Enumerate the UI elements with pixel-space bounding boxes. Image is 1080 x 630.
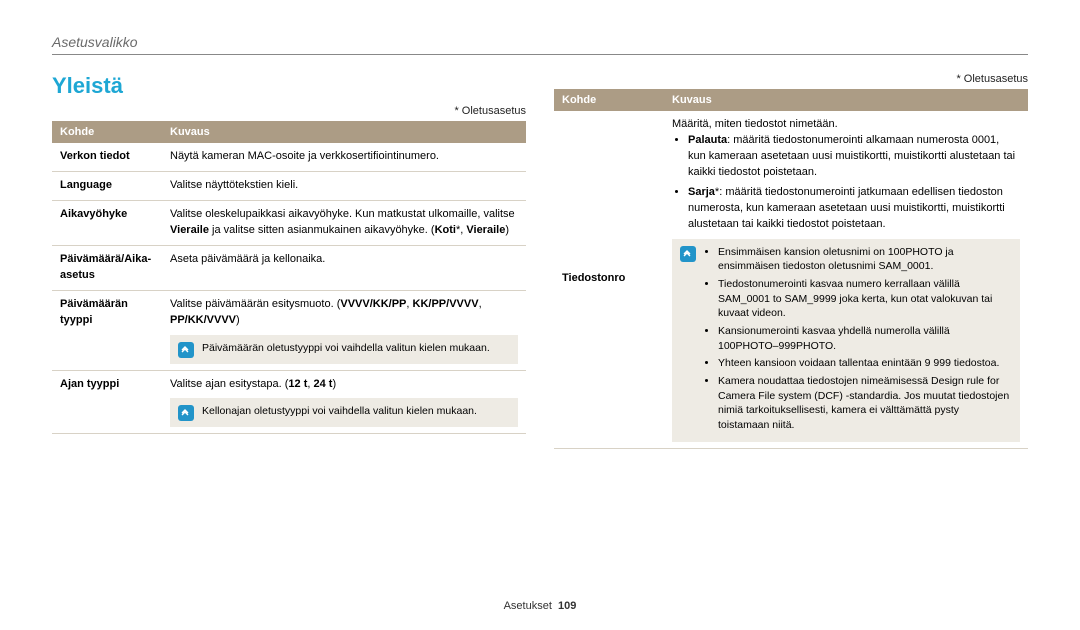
list-item: Ensimmäisen kansion oletusnimi on 100PHO… bbox=[718, 245, 1012, 274]
footer: Asetukset 109 bbox=[0, 600, 1080, 612]
default-note-left: * Oletusasetus bbox=[52, 105, 526, 117]
note-bullets: Ensimmäisen kansion oletusnimi on 100PHO… bbox=[718, 245, 1012, 436]
list-item: Sarja*: määritä tiedostonumerointi jatku… bbox=[688, 185, 1020, 233]
table-cell-kuvaus: Aseta päivämäärä ja kellonaika. bbox=[162, 245, 526, 290]
table-cell-kuvaus: Valitse päivämäärän esitysmuoto. (VVVV/K… bbox=[162, 290, 526, 370]
left-table: Kohde Kuvaus Verkon tiedotNäytä kameran … bbox=[52, 121, 526, 434]
list-item: Yhteen kansioon voidaan tallentaa enintä… bbox=[718, 356, 1012, 371]
list-item: Tiedostonumerointi kasvaa numero kerrall… bbox=[718, 277, 1012, 321]
table-cell-kohde: Päivämäärä/Aika-asetus bbox=[52, 245, 162, 290]
tiedostonro-kuvaus: Määritä, miten tiedostot nimetään. Palau… bbox=[664, 111, 1028, 448]
table-cell-kohde: Ajan tyyppi bbox=[52, 370, 162, 434]
note-box: Päivämäärän oletustyyppi voi vaihdella v… bbox=[170, 335, 518, 364]
default-note-right: * Oletusasetus bbox=[554, 73, 1028, 85]
left-column: Yleistä * Oletusasetus Kohde Kuvaus Verk… bbox=[52, 73, 526, 449]
right-table: Kohde Kuvaus Tiedostonro Määritä, miten … bbox=[554, 89, 1028, 449]
tiedostonro-bullets: Palauta: määritä tiedostonumerointi alka… bbox=[688, 133, 1020, 233]
th-kohde-r: Kohde bbox=[554, 89, 664, 111]
note-icon bbox=[178, 342, 194, 358]
note-text: Kellonajan oletustyyppi voi vaihdella va… bbox=[202, 404, 477, 419]
th-kuvaus: Kuvaus bbox=[162, 121, 526, 143]
divider bbox=[52, 54, 1028, 55]
tiedostonro-kohde: Tiedostonro bbox=[554, 111, 664, 448]
table-cell-kuvaus: Näytä kameran MAC-osoite ja verkkosertif… bbox=[162, 143, 526, 171]
content-columns: Yleistä * Oletusasetus Kohde Kuvaus Verk… bbox=[52, 73, 1028, 449]
table-cell-kohde: Aikavyöhyke bbox=[52, 200, 162, 245]
table-cell-kuvaus: Valitse ajan esitystapa. (12 t, 24 t)Kel… bbox=[162, 370, 526, 434]
th-kuvaus-r: Kuvaus bbox=[664, 89, 1028, 111]
table-cell-kuvaus: Valitse näyttötekstien kieli. bbox=[162, 171, 526, 200]
note-text: Päivämäärän oletustyyppi voi vaihdella v… bbox=[202, 341, 490, 356]
list-item: Kamera noudattaa tiedostojen nimeämisess… bbox=[718, 374, 1012, 433]
list-item: Kansionumerointi kasvaa yhdellä numeroll… bbox=[718, 324, 1012, 353]
footer-page: 109 bbox=[558, 600, 576, 612]
table-cell-kohde: Päivämäärän tyyppi bbox=[52, 290, 162, 370]
breadcrumb: Asetusvalikko bbox=[52, 34, 1028, 50]
note-icon bbox=[178, 405, 194, 421]
note-icon bbox=[680, 246, 696, 262]
table-cell-kohde: Language bbox=[52, 171, 162, 200]
note-box: Kellonajan oletustyyppi voi vaihdella va… bbox=[170, 398, 518, 427]
right-column: * Oletusasetus Kohde Kuvaus Tiedostonro … bbox=[554, 73, 1028, 449]
note-box-tiedostonro: Ensimmäisen kansion oletusnimi on 100PHO… bbox=[672, 239, 1020, 442]
footer-section: Asetukset bbox=[504, 600, 552, 612]
tiedostonro-intro: Määritä, miten tiedostot nimetään. bbox=[672, 117, 1020, 133]
table-cell-kohde: Verkon tiedot bbox=[52, 143, 162, 171]
list-item: Palauta: määritä tiedostonumerointi alka… bbox=[688, 133, 1020, 181]
section-title: Yleistä bbox=[52, 73, 526, 99]
th-kohde: Kohde bbox=[52, 121, 162, 143]
table-cell-kuvaus: Valitse oleskelupaikkasi aikavyöhyke. Ku… bbox=[162, 200, 526, 245]
